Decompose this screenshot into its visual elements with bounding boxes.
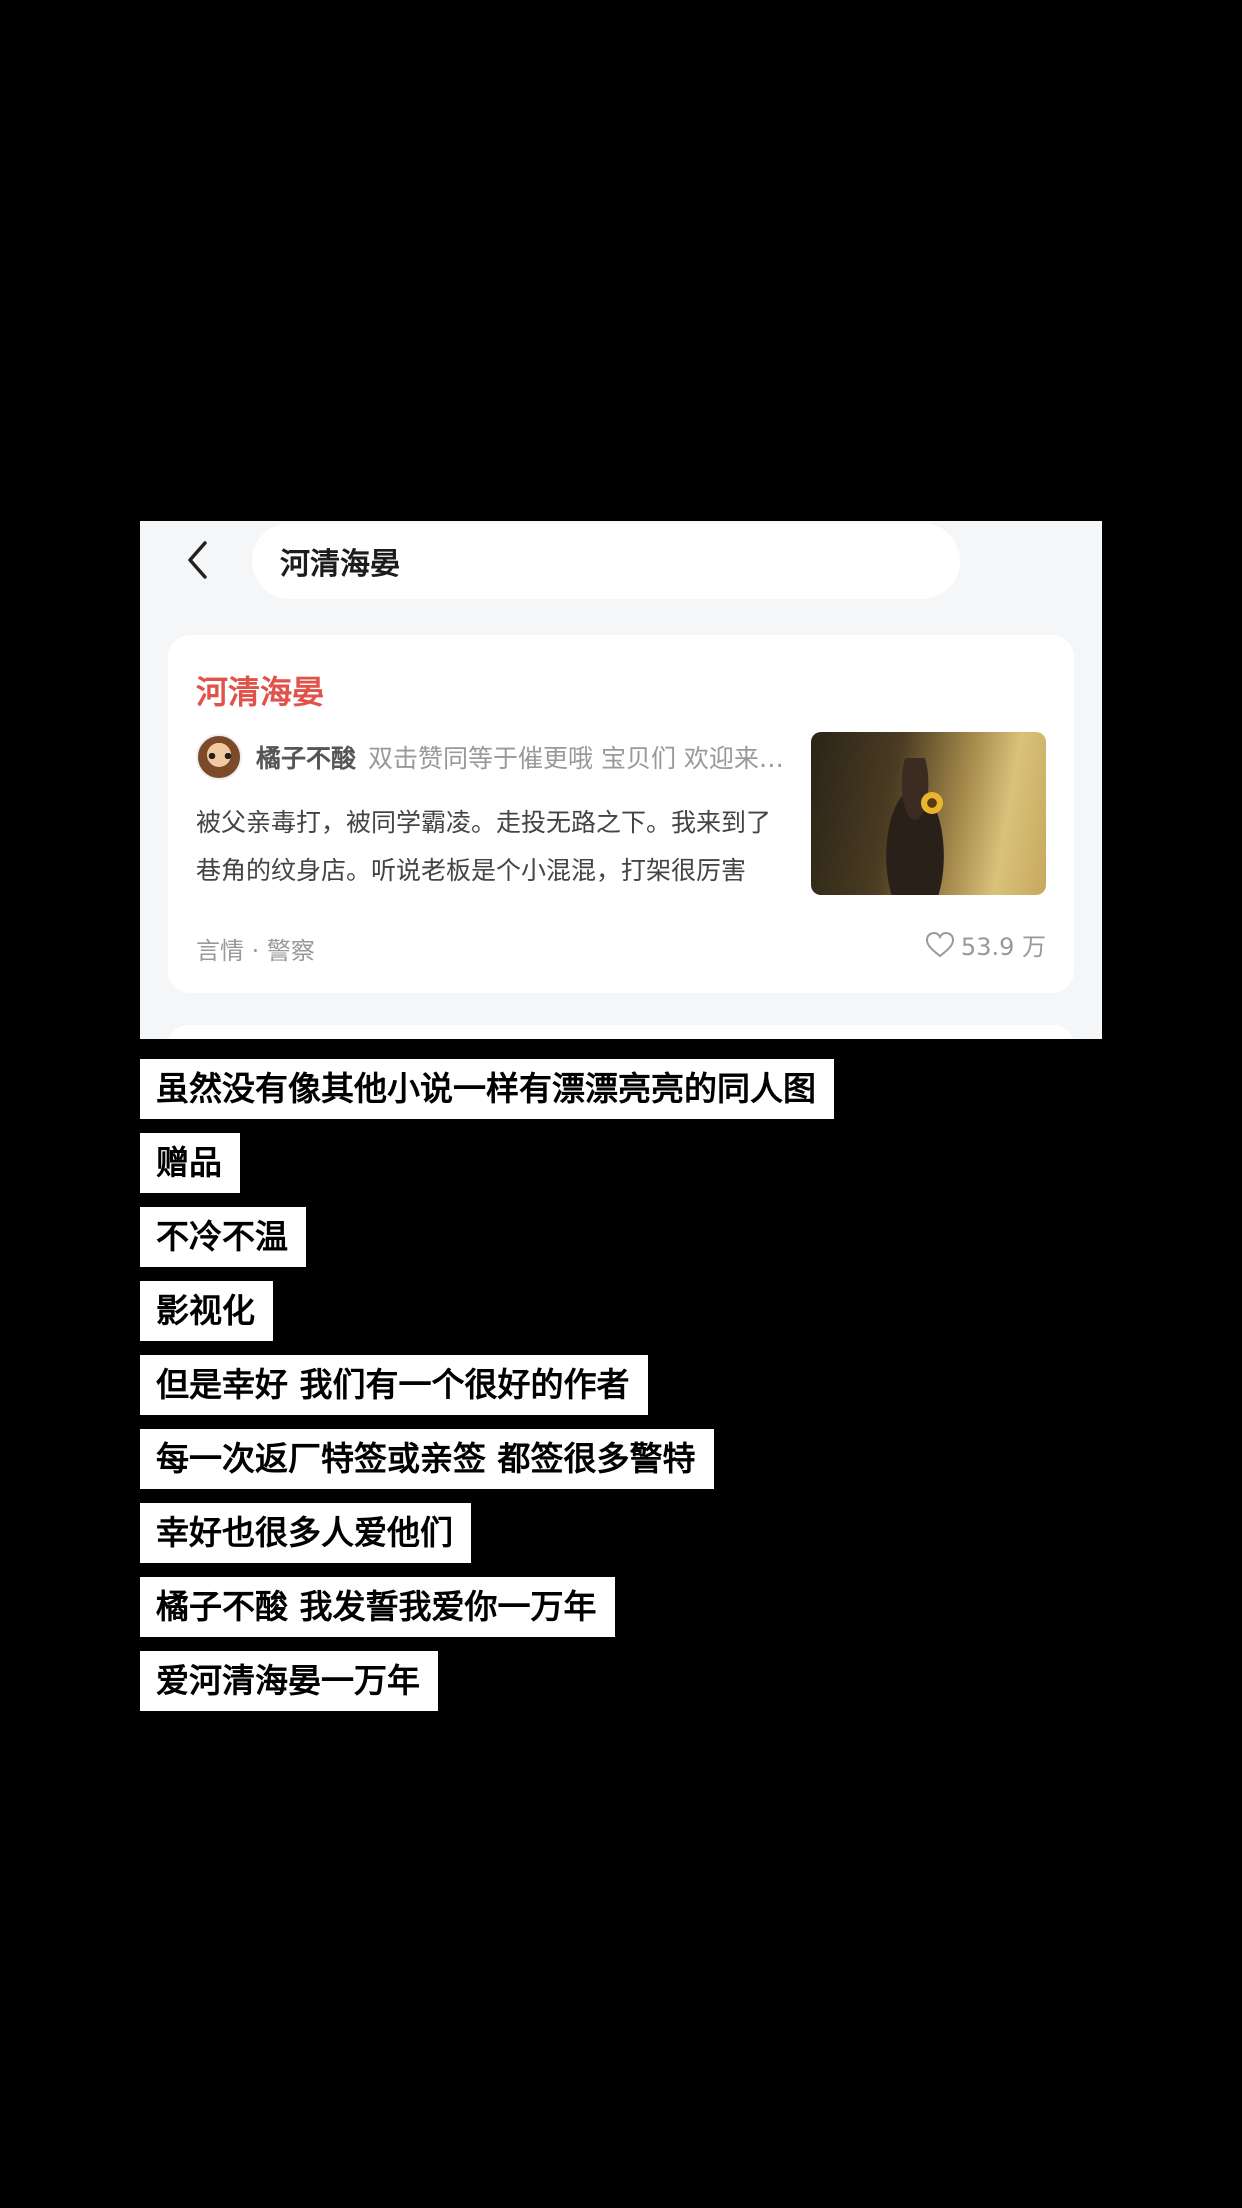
caption-line: 橘子不酸 我发誓我爱你一万年 xyxy=(140,1577,615,1637)
like-count: 53.9 万 xyxy=(960,933,1046,961)
caption-line: 爱河清海晏一万年 xyxy=(140,1651,438,1711)
next-result-card[interactable] xyxy=(168,1025,1074,1039)
avatar xyxy=(196,734,242,780)
chevron-left-icon xyxy=(188,541,207,579)
search-input[interactable]: 河清海晏 xyxy=(252,523,960,599)
search-query: 河清海晏 xyxy=(280,547,400,582)
book-summary: 被父亲毒打，被同学霸凌。走投无路之下。我来到了巷角的纹身店。听说老板是个小混混，… xyxy=(196,808,772,885)
caption-line: 但是幸好 我们有一个很好的作者 xyxy=(140,1355,648,1415)
caption-line: 赠品 xyxy=(140,1133,240,1193)
caption-list: 虽然没有像其他小说一样有漂漂亮亮的同人图 赠品 不冷不温 影视化 但是幸好 我们… xyxy=(140,1059,834,1725)
author-note: 双击赞同等于催更哦 宝贝们 欢迎来看我的其他小说 xyxy=(368,744,796,773)
author-name[interactable]: 橘子不酸 xyxy=(256,739,356,775)
caption-line: 影视化 xyxy=(140,1281,273,1341)
book-tags: 言情 · 警察 xyxy=(196,937,315,965)
author-row: 橘子不酸 双击赞同等于催更哦 宝贝们 欢迎来看我的其他小说 xyxy=(196,733,796,781)
back-button[interactable] xyxy=(176,538,220,582)
book-cover-image[interactable] xyxy=(811,732,1046,895)
heart-outline-icon xyxy=(925,931,954,957)
caption-line: 每一次返厂特签或亲签 都签很多警特 xyxy=(140,1429,714,1489)
app-screenshot: 河清海晏 河清海晏 橘子不酸 双击赞同等于催更哦 宝贝们 欢迎来看我的其他小说 … xyxy=(140,521,1102,1039)
caption-line: 虽然没有像其他小说一样有漂漂亮亮的同人图 xyxy=(140,1059,834,1119)
result-card[interactable]: 河清海晏 橘子不酸 双击赞同等于催更哦 宝贝们 欢迎来看我的其他小说 被父亲毒打… xyxy=(168,635,1074,993)
caption-line: 幸好也很多人爱他们 xyxy=(140,1503,471,1563)
like-button[interactable]: 53.9 万 xyxy=(925,927,1046,962)
caption-line: 不冷不温 xyxy=(140,1207,306,1267)
book-title[interactable]: 河清海晏 xyxy=(196,667,324,713)
